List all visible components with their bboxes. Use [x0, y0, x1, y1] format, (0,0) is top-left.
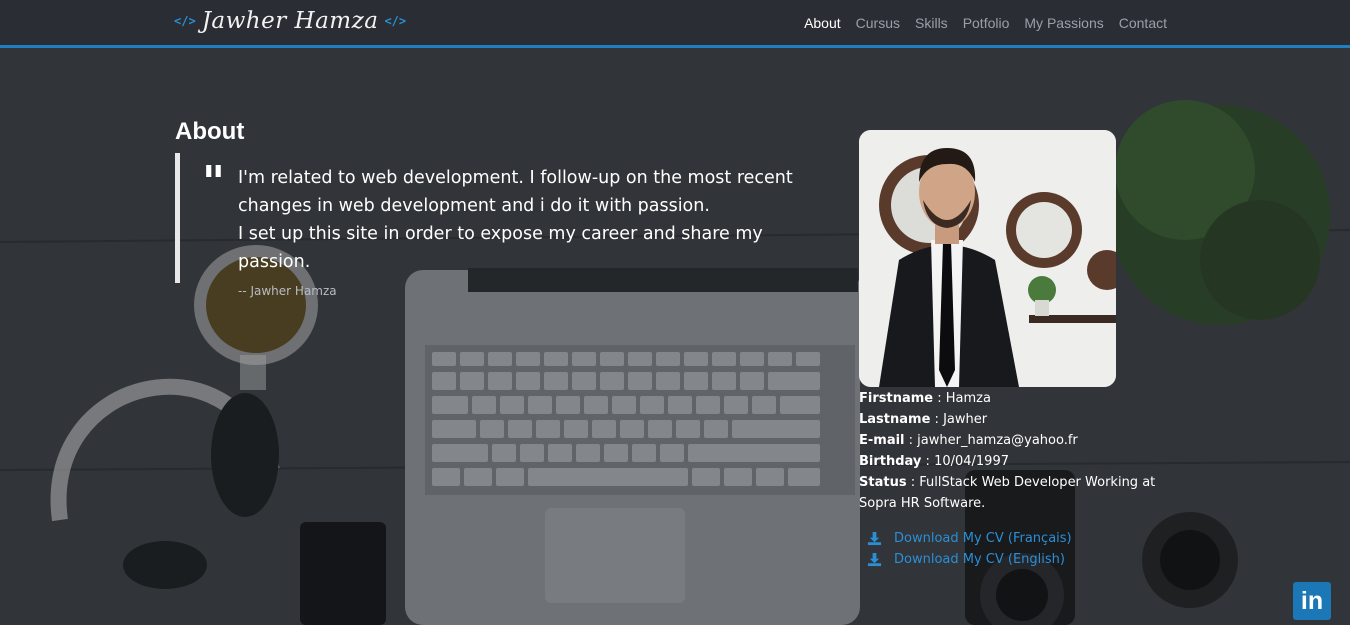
code-right-icon: </>	[384, 14, 407, 28]
personal-info: Firstname : Hamza Lastname : Jawher E-ma…	[859, 388, 1159, 514]
nav-item-portfolio[interactable]: Potfolio	[963, 15, 1010, 31]
download-icon	[867, 531, 882, 546]
info-value: jawher_hamza@yahoo.fr	[917, 433, 1078, 448]
quote-author: -- Jawher Hamza	[238, 284, 337, 298]
quote-line: I set up this site in order to expose my…	[238, 224, 763, 272]
info-row-birthday: Birthday : 10/04/1997	[859, 454, 1009, 469]
download-cv-english-link[interactable]: Download My CV (English)	[867, 549, 1072, 570]
linkedin-icon[interactable]: in	[1293, 582, 1331, 620]
download-label: Download My CV (English)	[894, 552, 1065, 567]
info-row-firstname: Firstname : Hamza	[859, 391, 991, 406]
nav-item-contact[interactable]: Contact	[1119, 15, 1167, 31]
brand-name: Jawher Hamza	[201, 8, 379, 34]
quote-line: changes in web development and i do it w…	[238, 196, 710, 216]
top-navbar: </> Jawher Hamza </> About Cursus Skills…	[0, 0, 1350, 48]
brand-logo[interactable]: </> Jawher Hamza </>	[174, 8, 406, 34]
download-icon	[867, 552, 882, 567]
profile-photo	[859, 130, 1116, 387]
info-value: Jawher	[943, 412, 988, 427]
nav-menu: About Cursus Skills Potfolio My Passions…	[804, 15, 1167, 31]
info-label: Status	[859, 475, 907, 490]
nav-item-skills[interactable]: Skills	[915, 15, 948, 31]
info-label: Firstname	[859, 391, 934, 406]
background-desk-photo	[0, 0, 1350, 625]
nav-item-cursus[interactable]: Cursus	[856, 15, 900, 31]
section-title: About	[175, 118, 245, 145]
quote-text: I'm related to web development. I follow…	[238, 164, 835, 276]
cv-downloads: Download My CV (Français) Download My CV…	[867, 528, 1072, 570]
info-label: Lastname	[859, 412, 931, 427]
info-row-status: Status : FullStack Web Developer Working…	[859, 475, 1156, 511]
info-label: Birthday	[859, 454, 922, 469]
nav-item-my-passions[interactable]: My Passions	[1024, 15, 1103, 31]
info-label: E-mail	[859, 433, 905, 448]
quote-line: I'm related to web development. I follow…	[238, 168, 793, 188]
info-row-lastname: Lastname : Jawher	[859, 412, 988, 427]
about-quote: " I'm related to web development. I foll…	[175, 153, 835, 298]
quote-icon: "	[202, 157, 225, 208]
nav-item-about[interactable]: About	[804, 15, 841, 31]
code-left-icon: </>	[174, 14, 196, 28]
info-value: Hamza	[945, 391, 991, 406]
info-row-email: E-mail : jawher_hamza@yahoo.fr	[859, 433, 1078, 448]
download-label: Download My CV (Français)	[894, 531, 1072, 546]
info-value: 10/04/1997	[934, 454, 1009, 469]
download-cv-french-link[interactable]: Download My CV (Français)	[867, 528, 1072, 549]
